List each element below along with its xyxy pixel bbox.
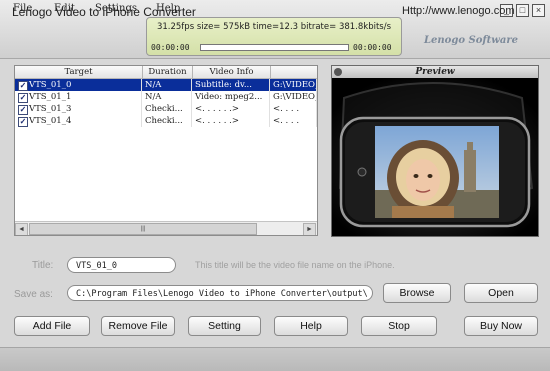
cell-video-info: <. . . . . .>: [193, 115, 270, 127]
cell-path: <. . . .: [271, 103, 317, 115]
cell-target: VTS_01_4: [15, 115, 142, 127]
cell-duration: N/A: [143, 91, 192, 103]
stop-button[interactable]: Stop: [361, 316, 437, 336]
preview-play-icon[interactable]: [334, 68, 342, 76]
saveas-label: Save as:: [14, 289, 53, 300]
remove-file-button[interactable]: Remove File: [101, 316, 175, 336]
website-link[interactable]: Http://www.lenogo.com: [402, 5, 515, 17]
table-row[interactable]: ✓ VTS_01_4 Checki... <. . . . . .> <. . . .: [15, 115, 317, 127]
cell-video-info: Video: mpeg2...: [193, 91, 270, 103]
buy-now-button[interactable]: Buy Now: [464, 316, 538, 336]
table-row[interactable]: ✓ VTS_01_1 N/A Video: mpeg2... G:\VIDEO_: [15, 91, 317, 103]
column-header-target[interactable]: Target: [15, 66, 143, 79]
app-name-label: Lenogo Video to iPhone Converter: [12, 5, 196, 19]
title-label: Title:: [32, 260, 54, 271]
progress-bar: [200, 44, 349, 51]
cell-duration: N/A: [143, 79, 192, 91]
cell-path: G:\VIDEO_: [273, 79, 317, 91]
column-header-duration[interactable]: Duration: [143, 66, 193, 79]
footer-bar: [0, 347, 550, 371]
table-row[interactable]: ✓ VTS_01_0 N/A Subtitle: dv... G:\VIDEO_: [15, 79, 317, 91]
open-button[interactable]: Open: [464, 283, 538, 303]
cell-duration: Checki...: [143, 115, 192, 127]
title-hint: This title will be the video file name o…: [195, 260, 395, 270]
elapsed-time: 00:00:00: [151, 43, 190, 52]
conversion-status-panel: 31.25fps size= 575kB time=12.3 bitrate= …: [146, 17, 402, 56]
table-row[interactable]: ✓ VTS_01_3 Checki... <. . . . . .> <. . . .: [15, 103, 317, 115]
add-file-button[interactable]: Add File: [14, 316, 90, 336]
column-header-path[interactable]: [271, 66, 317, 79]
cell-path: G:\VIDEO_: [273, 91, 317, 103]
setting-button[interactable]: Setting: [188, 316, 261, 336]
title-input[interactable]: VTS_01_0: [67, 257, 176, 273]
saveas-path-input[interactable]: C:\Program Files\Lenogo Video to iPhone …: [67, 285, 373, 301]
browse-button[interactable]: Browse: [383, 283, 451, 303]
maximize-button[interactable]: □: [516, 4, 529, 17]
close-button[interactable]: ×: [532, 4, 545, 17]
scroll-left-icon[interactable]: ◄: [15, 223, 28, 235]
status-text: 31.25fps size= 575kB time=12.3 bitrate= …: [156, 22, 392, 32]
preview-title: Preview: [332, 66, 538, 78]
cell-target: VTS_01_0: [15, 79, 142, 91]
total-time: 00:00:00: [353, 43, 392, 52]
iphone-preview-image: [332, 78, 538, 236]
cell-target: VTS_01_1: [15, 91, 142, 103]
horizontal-scrollbar[interactable]: ◄ ||| ►: [15, 221, 317, 235]
cell-path: <. . . .: [271, 115, 317, 127]
file-list-grid[interactable]: Target Duration Video Info ✓ VTS_01_0 N/A S…: [14, 65, 318, 236]
brand-label: Lenogo Software: [424, 35, 519, 46]
cell-video-info: Subtitle: dv...: [193, 79, 270, 91]
cell-duration: Checki...: [143, 103, 192, 115]
scroll-right-icon[interactable]: ►: [303, 223, 316, 235]
cell-video-info: <. . . . . .>: [193, 103, 270, 115]
preview-panel: Preview: [331, 65, 539, 237]
column-header-video-info[interactable]: Video Info: [193, 66, 271, 79]
scroll-thumb[interactable]: |||: [29, 223, 257, 235]
help-button[interactable]: Help: [274, 316, 348, 336]
cell-target: VTS_01_3: [15, 103, 142, 115]
